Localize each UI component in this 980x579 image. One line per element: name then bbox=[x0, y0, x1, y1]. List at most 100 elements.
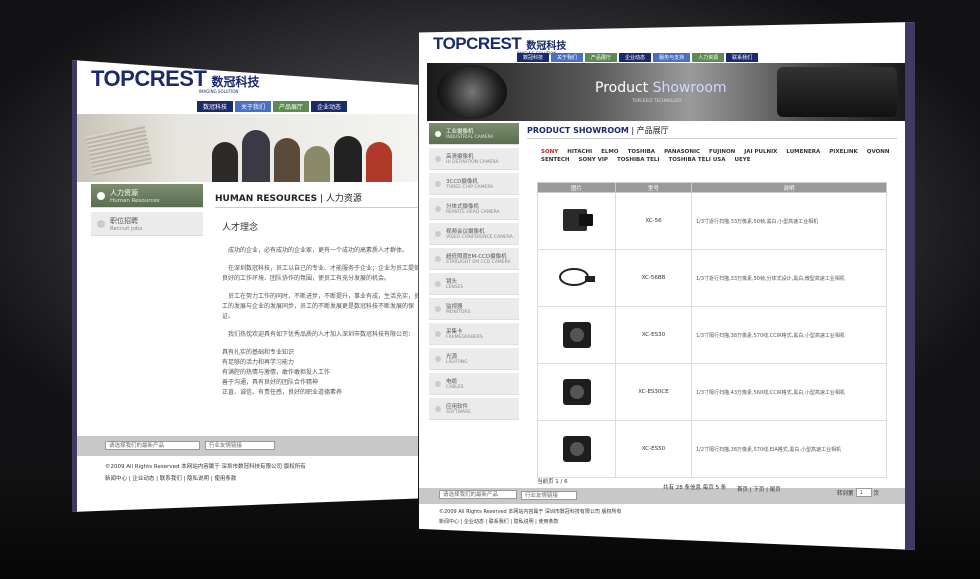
arrow-icon bbox=[435, 230, 441, 237]
brand-link[interactable]: PIXELINK bbox=[829, 149, 858, 155]
goto-unit: 页 bbox=[873, 490, 880, 497]
sidebar-item-recruit[interactable]: 职位招聘 Recruit jobs bbox=[91, 212, 203, 236]
footer-links[interactable]: 新闻中心 | 企业动态 | 联系我们 | 隐私说明 | 使用条款 bbox=[105, 474, 405, 482]
brand-link[interactable]: UEYE bbox=[735, 157, 751, 163]
nav-item[interactable]: 企业动态 bbox=[619, 53, 652, 62]
camera-cable-icon bbox=[557, 262, 597, 294]
quality-item: 正直、诚信、有责任感，良好的职业道德素养 bbox=[222, 389, 343, 396]
sidebar-item-lenses[interactable]: 镜头 LENSES bbox=[429, 273, 519, 295]
footer-links[interactable]: 新闻中心 | 企业动态 | 联系我们 | 隐私说明 | 使用条款 bbox=[439, 518, 739, 525]
nav-item[interactable]: 产品展厅 bbox=[273, 101, 310, 112]
brand-link[interactable]: HITACHI bbox=[567, 149, 592, 155]
sidebar-item-framegrabbers[interactable]: 采集卡 FRAMEGRABERS bbox=[429, 323, 519, 345]
camera-icon bbox=[557, 319, 597, 351]
product-model[interactable]: XC-56BB bbox=[615, 249, 692, 307]
table-header-row: 图片 型号 说明 bbox=[537, 182, 887, 193]
brand-link[interactable]: ELMO bbox=[601, 149, 618, 155]
left-sidebar: 人力资源 Human Resources 职位招聘 Recruit jobs bbox=[91, 184, 203, 236]
links-select[interactable]: 行业友情链接 bbox=[521, 491, 577, 500]
team-banner-image bbox=[77, 114, 418, 182]
sidebar-sublabel: Human Resources bbox=[110, 197, 160, 204]
product-model[interactable]: XC-56 bbox=[615, 192, 692, 250]
product-desc: 1/3寸隔行扫描,38万像素,570线,CCIR格式,黑白,小型高速工业相机 bbox=[691, 306, 887, 364]
brand-link[interactable]: TOSHIBA TELI USA bbox=[668, 157, 725, 163]
sidebar-item-3ccd-camera[interactable]: 3CCD摄像机 THREE CHIP CAMERA bbox=[429, 173, 519, 195]
brand-link[interactable]: LUMENERA bbox=[786, 149, 820, 155]
nav-item[interactable]: 人力资源 bbox=[692, 53, 725, 62]
brand-link[interactable]: JAI PULNIX bbox=[744, 149, 777, 155]
title-en: PRODUCT SHOWROOM bbox=[527, 126, 629, 135]
brand-link[interactable]: TOSHIBA TELI bbox=[617, 157, 659, 163]
quality-item: 具有扎实的基础和专业知识 bbox=[222, 349, 295, 356]
sidebar-item-remote-head[interactable]: 分体式摄像机 REMOTE HEAD CAMERA bbox=[429, 198, 519, 220]
paragraph: 在深圳数冠科技，员工以自己的专业、才能服务于企业；企业为员工提供良好的工作环境、… bbox=[222, 265, 418, 282]
sidebar-item-hd-camera[interactable]: 高清摄像机 HI DEFINITION CAMERA bbox=[429, 148, 519, 170]
product-image[interactable] bbox=[537, 249, 616, 307]
quality-item: 有足够的活力和再学习能力 bbox=[222, 359, 295, 366]
banner-title-part: Showroom bbox=[652, 80, 727, 96]
brand-link[interactable]: SONY VIP bbox=[578, 157, 607, 163]
sidebar-label: 人力资源 bbox=[110, 188, 138, 197]
table-row[interactable]: XC-56BB 1/3寸逐行扫描,33万像素,50帧,分体式设计,黑白,微型高速… bbox=[537, 249, 887, 307]
product-image[interactable] bbox=[537, 363, 616, 421]
brand-link[interactable]: SENTECH bbox=[541, 157, 569, 163]
arrow-icon bbox=[97, 219, 105, 228]
nav-item[interactable]: 企业动态 bbox=[311, 101, 348, 112]
brand-link[interactable]: TOSHIBA bbox=[628, 149, 656, 155]
table-row[interactable]: XC-ES30CE 1/3寸隔行扫描,43万像素,560线,CCIR格式,黑白,… bbox=[537, 363, 887, 421]
sidebar-item-industrial-camera[interactable]: 工业摄像机 INDUSTRIAL CAMERA bbox=[429, 123, 519, 145]
product-image[interactable] bbox=[537, 420, 616, 478]
sidebar-sublabel: INDUSTRIAL CAMERA bbox=[446, 135, 494, 140]
table-row[interactable]: XC-56 1/3寸逐行扫描,33万像素,50帧,黑白,小型高速工业相机 bbox=[537, 192, 887, 250]
product-model[interactable]: XC-ES30 bbox=[615, 306, 692, 364]
arrow-icon bbox=[435, 380, 441, 387]
nav-item[interactable]: 产品展厅 bbox=[585, 53, 618, 62]
sidebar-item-software[interactable]: 应用软件 SOFTWARE bbox=[429, 398, 519, 420]
camcorder-image bbox=[777, 67, 897, 117]
brand-filter: SONY HITACHI ELMO TOSHIBA PANASONIC FUJI… bbox=[541, 149, 891, 163]
nav-item[interactable]: 联系我们 bbox=[726, 53, 759, 62]
brand-link[interactable]: FUJINON bbox=[709, 149, 735, 155]
paragraph: 员工在努力工作的同时，不断进步，不断提升，事业有成，生活充实，员工的发展与企业的… bbox=[222, 293, 418, 320]
brand-link[interactable]: QVONN bbox=[867, 149, 890, 155]
product-select[interactable]: 请选择我们的最新产品 bbox=[105, 441, 200, 450]
nav-item[interactable]: 关于我们 bbox=[551, 53, 584, 62]
nav-item[interactable]: 关于我们 bbox=[235, 101, 272, 112]
sidebar-item-monitors[interactable]: 监视器 MONITORS bbox=[429, 298, 519, 320]
sidebar-item-em-ccd[interactable]: 超低照度EM-CCD摄像机 STARLIGHT EM CCD CAMERA bbox=[429, 248, 519, 270]
sidebar-sublabel: FRAMEGRABERS bbox=[446, 335, 483, 340]
brand-link[interactable]: SONY bbox=[541, 149, 558, 155]
camera-icon bbox=[557, 205, 597, 237]
logo-text: TOPCREST bbox=[433, 34, 522, 53]
lens-image bbox=[437, 65, 507, 119]
nav-item[interactable]: 数冠科技 bbox=[197, 101, 234, 112]
title-cn: 产品展厅 bbox=[636, 126, 669, 135]
sidebar-item-lighting[interactable]: 光源 LIGHTING bbox=[429, 348, 519, 370]
goto-select[interactable]: 1 bbox=[855, 488, 872, 497]
title-cn: 人力资源 bbox=[325, 194, 362, 204]
pager-links[interactable]: 首页 | 下页 | 尾页 bbox=[737, 485, 781, 493]
product-desc: 1/3寸逐行扫描,33万像素,50帧,分体式设计,黑白,微型高速工业相机 bbox=[691, 249, 887, 307]
human-resources-page: TOPCREST 数冠科技 IMAGING SOLUTION 数冠科技 关于我们… bbox=[72, 60, 418, 512]
arrow-icon bbox=[435, 305, 441, 312]
sidebar-item-cables[interactable]: 电缆 CABLES bbox=[429, 373, 519, 395]
goto-label: 转到第 bbox=[837, 490, 854, 497]
sidebar-item-video-conference[interactable]: 视频会议摄像机 VIDEO CONFERENCE CAMERA bbox=[429, 223, 519, 245]
product-desc: 1/2寸隔行扫描,38万像素,570线,EIA格式,黑白,小型高速工业相机 bbox=[691, 420, 887, 478]
product-select[interactable]: 请选择我们的最新产品 bbox=[439, 490, 517, 499]
sidebar-item-human-resources[interactable]: 人力资源 Human Resources bbox=[91, 184, 203, 208]
product-model[interactable]: XC-ES50 bbox=[615, 420, 692, 478]
sidebar-sublabel: MONITORS bbox=[446, 310, 471, 315]
product-model[interactable]: XC-ES30CE bbox=[615, 363, 692, 421]
brand-link[interactable]: PANASONIC bbox=[664, 149, 700, 155]
sidebar-sublabel: STARLIGHT EM CCD CAMERA bbox=[446, 260, 511, 265]
table-row[interactable]: XC-ES30 1/3寸隔行扫描,38万像素,570线,CCIR格式,黑白,小型… bbox=[537, 306, 887, 364]
table-row[interactable]: XC-ES50 1/2寸隔行扫描,38万像素,570线,EIA格式,黑白,小型高… bbox=[537, 420, 887, 478]
nav-item[interactable]: 服务与支持 bbox=[653, 53, 691, 62]
product-image[interactable] bbox=[537, 306, 616, 364]
nav-item[interactable]: 数冠科技 bbox=[517, 53, 550, 62]
links-select[interactable]: 行业友情链接 bbox=[205, 441, 275, 450]
product-image[interactable] bbox=[537, 192, 616, 250]
sidebar-sublabel: Recruit jobs bbox=[110, 225, 143, 232]
sidebar-sublabel: THREE CHIP CAMERA bbox=[446, 185, 494, 190]
